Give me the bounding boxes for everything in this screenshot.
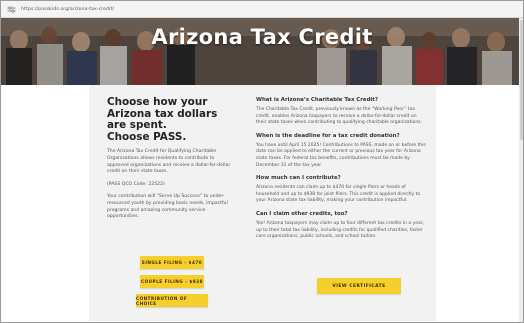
headline: Choose how your Arizona tax dollars are … — [107, 96, 237, 143]
single-filing-button[interactable]: Single Filing - $470 — [140, 256, 204, 269]
faq-answer: You have until April 15 2025! Contributi… — [256, 142, 426, 168]
site-settings-icon[interactable] — [7, 5, 16, 13]
faq-column: What is Arizona’s Charitable Tax Credit?… — [256, 97, 426, 241]
faq-answer: Arizona residents can claim up to $470 f… — [256, 185, 421, 204]
left-column: Choose how your Arizona tax dollars are … — [107, 96, 237, 221]
view-certificate-button[interactable]: View Certificate — [317, 278, 401, 294]
faq-answer: Yes! Arizona taxpayers may claim up to f… — [256, 220, 425, 240]
hero-banner: Arizona Tax Credit — [1, 18, 523, 85]
headline-line: Choose PASS. — [107, 130, 187, 143]
faq-question: When is the deadline for a tax credit do… — [256, 132, 400, 139]
faq-answer: The Charitable Tax Credit, previously kn… — [256, 107, 422, 126]
couple-filing-button[interactable]: Couple Filing - $938 — [140, 275, 204, 288]
qco-code-text: (PASS QCO Code: 22522) — [107, 181, 165, 187]
intro-text: The Arizona Tax Credit for Qualifying Ch… — [107, 149, 231, 175]
faq-question: What is Arizona’s Charitable Tax Credit? — [256, 97, 378, 103]
faq-question: Can I claim other credits, too? — [256, 210, 348, 217]
address-bar[interactable]: https://passkids.org/arizona-tax-credit/ — [1, 1, 523, 18]
contribution-text: Your contribution will “Serve Up Success… — [107, 194, 228, 220]
url-text[interactable]: https://passkids.org/arizona-tax-credit/ — [21, 7, 114, 12]
headline-line: Choose how your — [107, 96, 208, 108]
faq-question: How much can I contribute? — [256, 175, 341, 182]
scrollbar-thumb[interactable] — [520, 20, 523, 140]
contribution-of-choice-button[interactable]: Contribution of Choice — [136, 294, 208, 307]
content-panel: Choose how your Arizona tax dollars are … — [89, 85, 436, 321]
page-title: Arizona Tax Credit — [151, 25, 373, 49]
